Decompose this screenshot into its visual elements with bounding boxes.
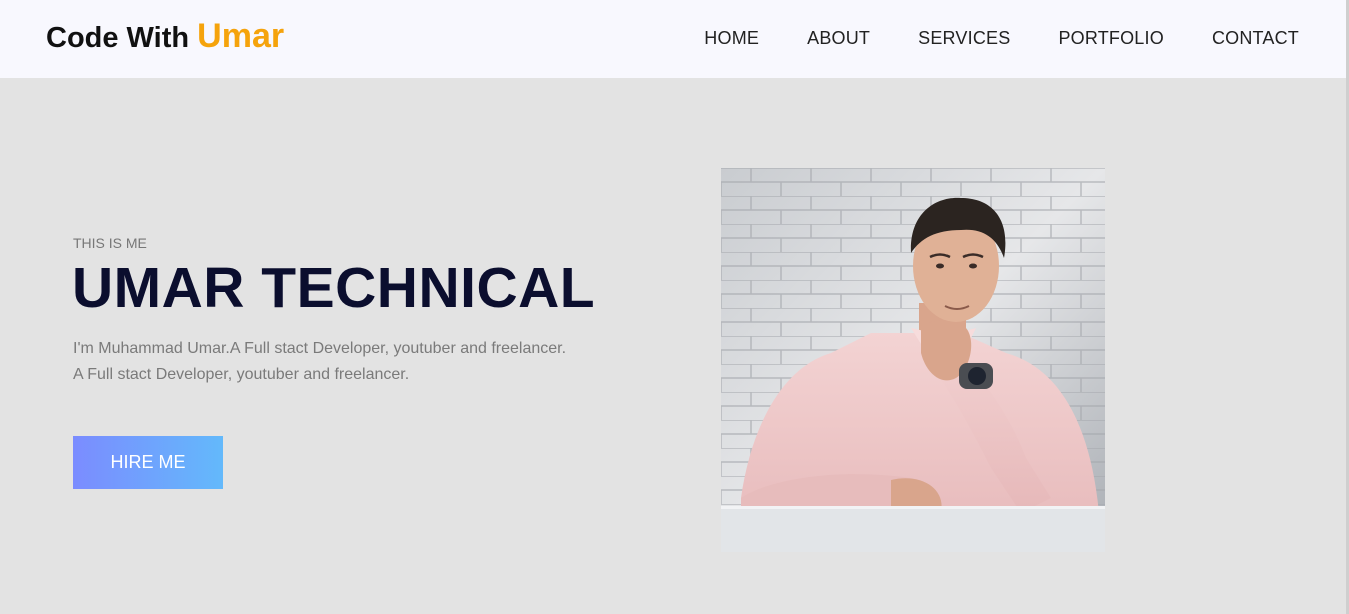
nav-link-contact[interactable]: CONTACT (1212, 28, 1299, 49)
hero-title: UMAR TECHNICAL (72, 256, 596, 320)
nav-link-services[interactable]: SERVICES (918, 28, 1010, 49)
profile-photo (721, 168, 1105, 552)
logo-accent-text: Umar (197, 17, 285, 55)
navbar: Code With Umar HOME ABOUT SERVICES PORTF… (0, 0, 1349, 78)
logo-main-text: Code With (46, 22, 198, 54)
hero-description: I'm Muhammad Umar.A Full stact Developer… (73, 336, 633, 388)
site-logo[interactable]: Code With Umar (46, 17, 284, 56)
hero-description-line-2: A Full stact Developer, youtuber and fre… (73, 366, 410, 383)
nav-link-about[interactable]: ABOUT (807, 28, 870, 49)
hero-subtitle: THIS IS ME (73, 235, 147, 251)
hero-description-line-1: I'm Muhammad Umar.A Full stact Developer… (73, 340, 567, 357)
profile-photo-illustration (721, 168, 1105, 552)
nav-menu: HOME ABOUT SERVICES PORTFOLIO CONTACT (704, 28, 1299, 49)
nav-link-home[interactable]: HOME (704, 28, 759, 49)
hire-me-button[interactable]: HIRE ME (73, 436, 223, 489)
nav-link-portfolio[interactable]: PORTFOLIO (1058, 28, 1164, 49)
